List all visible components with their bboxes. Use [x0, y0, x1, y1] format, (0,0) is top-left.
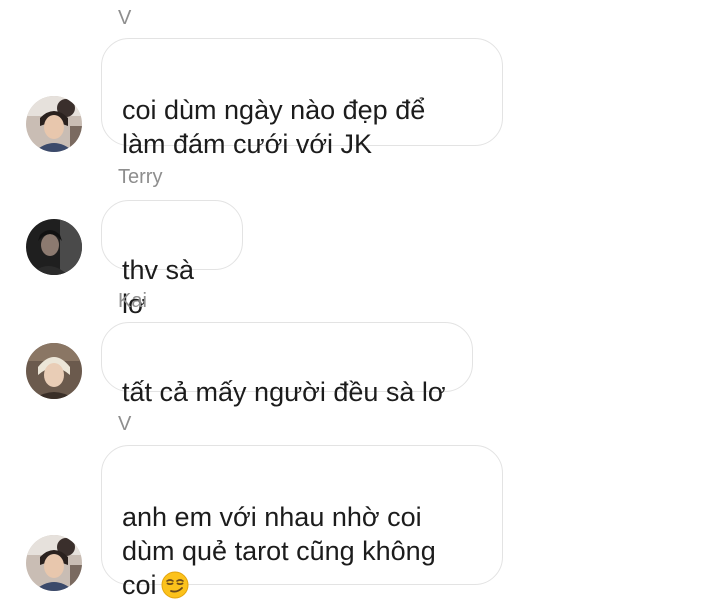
sender-name: Kai	[118, 290, 147, 312]
message-bubble[interactable]: tất cả mấy người đều sà lơ	[101, 322, 473, 407]
message-bubble[interactable]: coi dùm ngày nào đẹp để làm đám cưới với…	[101, 38, 503, 159]
v-avatar[interactable]	[26, 96, 82, 152]
message-text: coi dùm ngày nào đẹp để làm đám cưới với…	[122, 95, 426, 159]
message-bubble[interactable]: thv sà lơ	[101, 200, 243, 319]
v-avatar[interactable]	[26, 535, 82, 591]
message-text: tất cả mấy người đều sà lơ	[122, 377, 446, 407]
sender-name: V	[118, 413, 132, 435]
message-bubble[interactable]: anh em với nhau nhờ coi dùm quẻ tarot cũ…	[101, 445, 503, 600]
terry-avatar[interactable]	[26, 219, 82, 275]
sender-name: V	[118, 7, 132, 29]
sender-name: Terry	[118, 166, 163, 188]
smirking-face-icon	[161, 571, 189, 599]
kai-avatar[interactable]	[26, 343, 82, 399]
